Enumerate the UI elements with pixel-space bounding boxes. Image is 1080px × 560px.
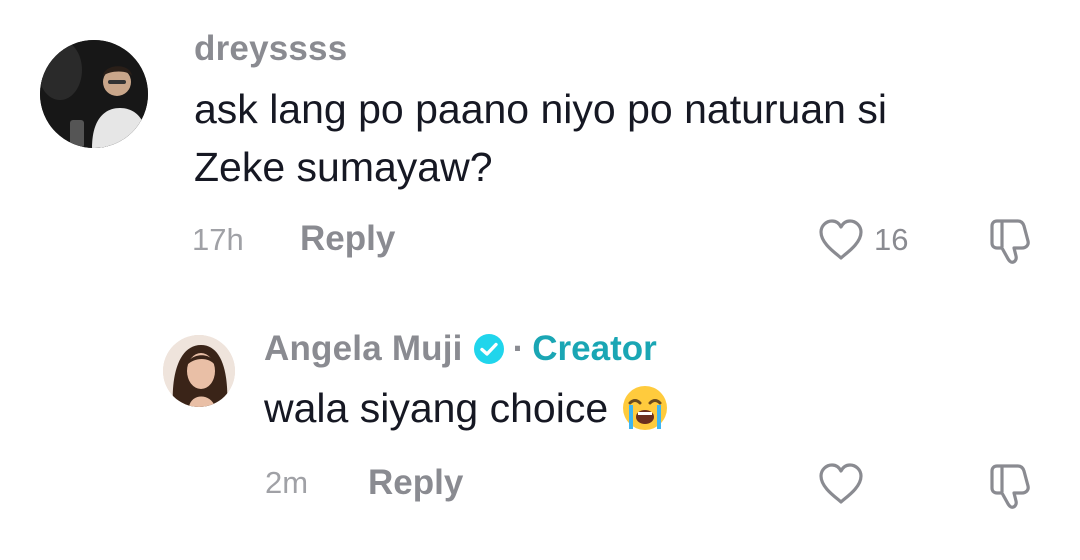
avatar[interactable] (163, 335, 235, 407)
verified-check-icon (473, 334, 504, 364)
reply-button[interactable]: Reply (368, 463, 463, 503)
username-row: Angela Muji · Creator (264, 329, 657, 369)
comment-text: wala siyang choice (264, 379, 670, 437)
comment-text: ask lang po paano niyo po naturuan si Ze… (194, 80, 887, 196)
creator-badge: Creator (532, 329, 657, 368)
like-button[interactable] (817, 462, 874, 506)
comment-timestamp: 17h (192, 222, 244, 257)
like-count: 16 (874, 222, 909, 257)
dislike-button[interactable] (986, 461, 1036, 516)
comment-text-line: wala siyang choice (264, 385, 609, 431)
separator-dot: · (512, 329, 525, 368)
reply-comment-item: Angela Muji · Creator wala siyang choice… (0, 300, 1080, 560)
reply-button[interactable]: Reply (300, 219, 395, 259)
username[interactable]: dreyssss (194, 29, 347, 69)
heart-outline-icon (819, 463, 863, 504)
comment-timestamp: 2m (265, 465, 309, 500)
comment-item: dreyssss ask lang po paano niyo po natur… (0, 0, 1080, 290)
loudly-crying-face-icon (623, 386, 668, 430)
like-button[interactable]: 16 (817, 218, 908, 262)
comment-text-line: Zeke sumayaw? (194, 144, 493, 190)
username[interactable]: Angela Muji (264, 329, 463, 369)
thumbs-down-icon (990, 219, 1030, 264)
dislike-button[interactable] (986, 216, 1036, 271)
heart-outline-icon (819, 219, 863, 260)
thumbs-down-icon (990, 464, 1030, 509)
comment-text-line: ask lang po paano niyo po naturuan si (194, 86, 887, 132)
avatar[interactable] (40, 40, 148, 148)
